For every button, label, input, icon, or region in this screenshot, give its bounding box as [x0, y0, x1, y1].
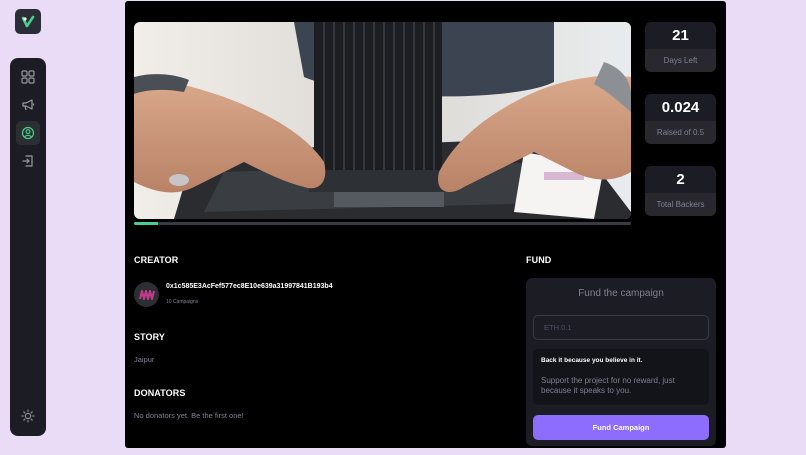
stat-label: Days Left	[645, 49, 716, 72]
sidebar	[10, 58, 46, 436]
fund-amount-input[interactable]	[533, 315, 709, 340]
fund-heading: FUND	[526, 255, 552, 265]
logout-icon	[22, 155, 33, 167]
donators-heading: DONATORS	[134, 388, 186, 398]
nav-dashboard-button[interactable]	[16, 65, 40, 89]
nav-logout-button[interactable]	[16, 149, 40, 173]
dashboard-icon	[21, 70, 35, 84]
megaphone-icon	[22, 99, 35, 111]
creator-logo-icon	[138, 289, 155, 300]
logo-icon	[21, 15, 35, 27]
creator-address: 0x1c585E3AcFef577ec8E10e639a31997841B193…	[166, 283, 333, 290]
fund-card: Fund the campaign Back it because you be…	[526, 278, 716, 446]
funding-progress-fill	[134, 222, 158, 225]
donators-empty-text: No donators yet. Be the first one!	[134, 411, 244, 420]
stat-raised: 0.024 Raised of 0.5	[645, 94, 716, 144]
app-logo[interactable]	[15, 9, 41, 34]
fund-card-title: Fund the campaign	[578, 288, 664, 299]
believe-text: Support the project for no reward, just …	[541, 376, 675, 395]
cpu-cooler-photo	[134, 22, 631, 219]
story-heading: STORY	[134, 332, 166, 342]
stat-label: Total Backers	[645, 193, 716, 216]
stat-value: 2	[676, 171, 685, 188]
story-text: Jaipur	[134, 355, 155, 364]
sun-icon	[21, 409, 35, 423]
stat-days-left: 21 Days Left	[645, 22, 716, 72]
funding-progress-bar	[134, 222, 631, 225]
stat-value: 21	[672, 27, 689, 44]
campaign-image	[134, 22, 631, 219]
believe-box: Back it because you believe in it. Suppo…	[533, 349, 709, 405]
creator-campaign-count: 10 Campaigns	[166, 299, 199, 305]
creator-heading: CREATOR	[134, 255, 179, 265]
stat-label: Raised of 0.5	[645, 121, 716, 144]
believe-title: Back it because you believe in it.	[541, 357, 643, 364]
nav-profile-button[interactable]	[16, 121, 40, 145]
creator-avatar	[134, 282, 159, 307]
stat-total-backers: 2 Total Backers	[645, 166, 716, 216]
stat-value: 0.024	[661, 99, 700, 116]
fund-campaign-button[interactable]: Fund Campaign	[533, 415, 709, 440]
theme-toggle-button[interactable]	[16, 404, 40, 428]
profile-icon	[21, 126, 35, 140]
campaign-details-panel: 21 Days Left 0.024 Raised of 0.5 2 Total…	[125, 1, 726, 448]
nav-campaign-button[interactable]	[16, 93, 40, 117]
